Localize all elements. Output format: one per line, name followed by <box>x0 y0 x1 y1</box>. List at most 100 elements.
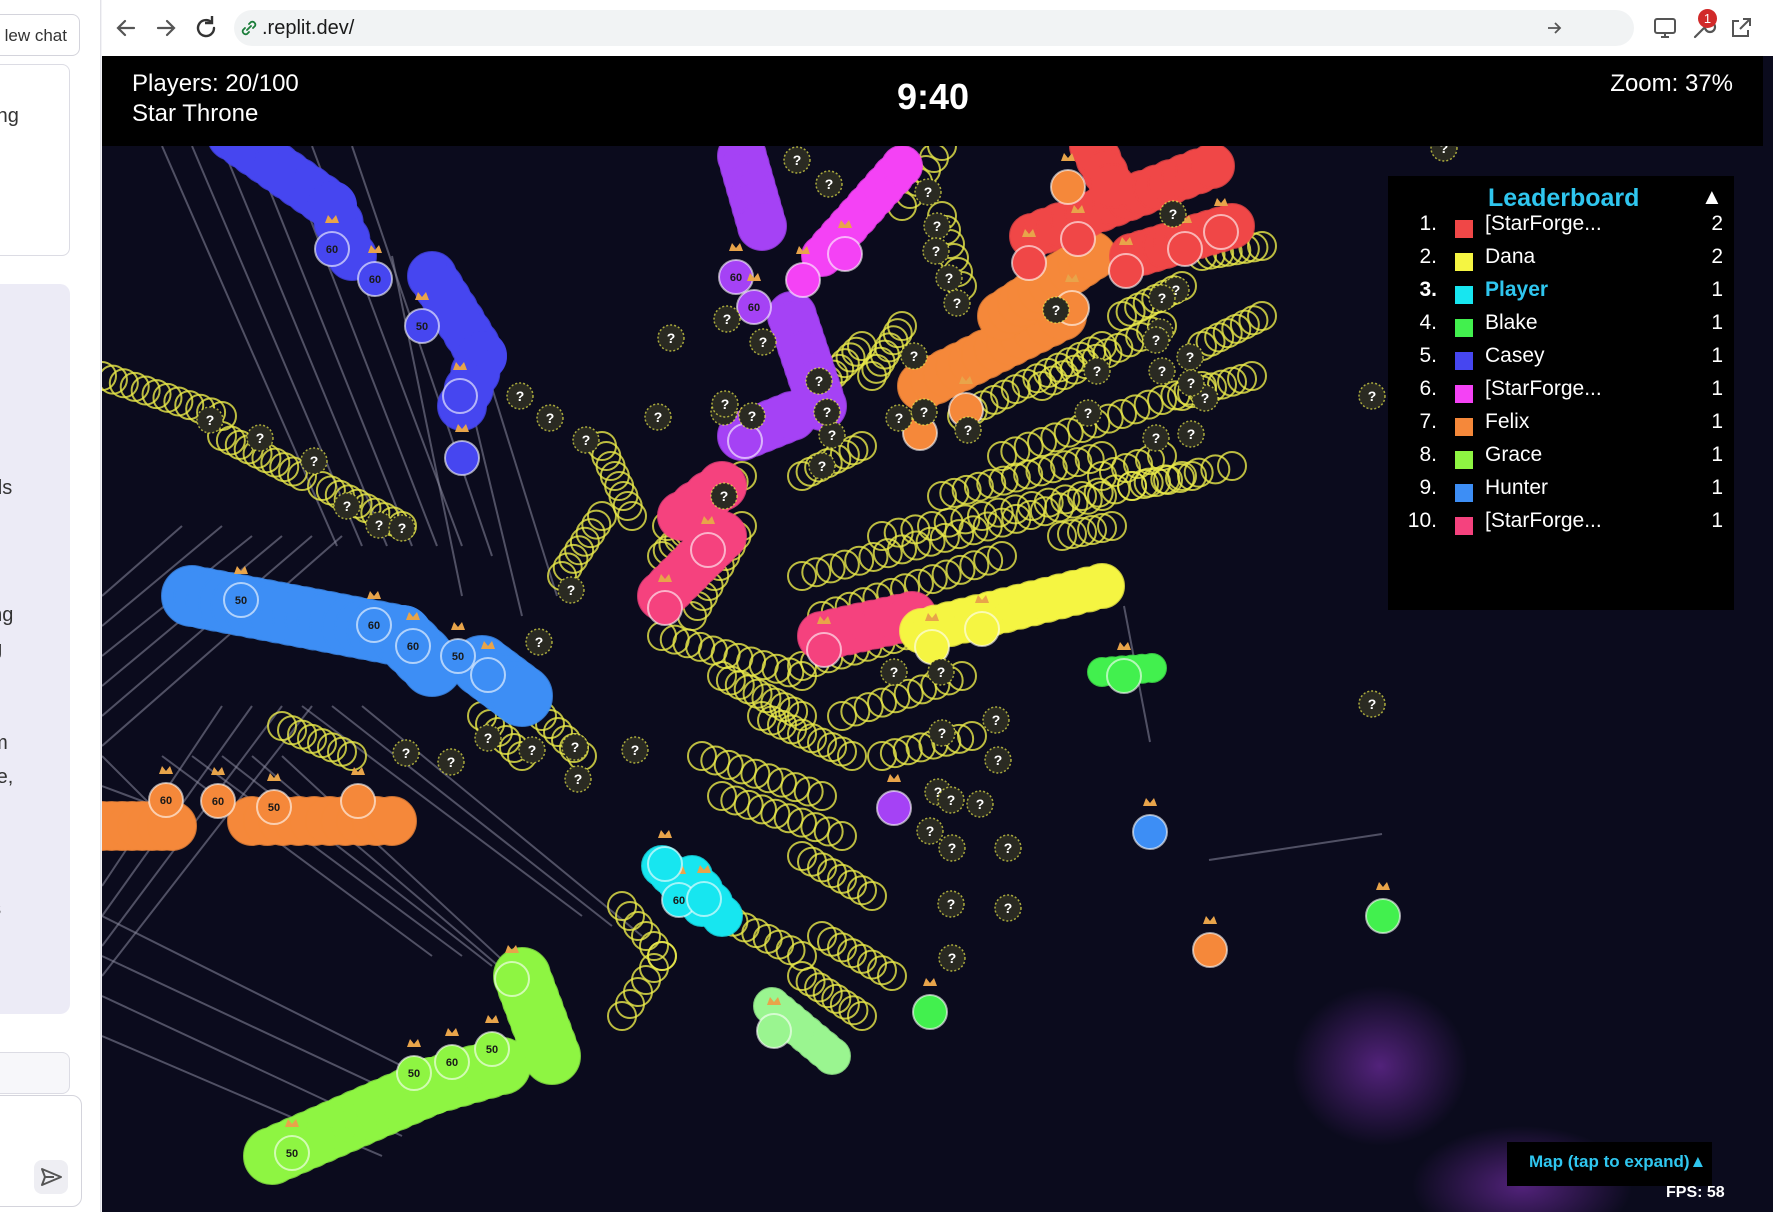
owned-planet[interactable] <box>1203 214 1239 250</box>
neutral-trail-ring <box>1237 361 1267 391</box>
owned-planet[interactable] <box>494 961 530 997</box>
unknown-planet-label: ? <box>343 498 352 514</box>
unknown-planet-label: ? <box>1084 405 1093 421</box>
neutral-trail-ring <box>857 881 887 911</box>
chat-history-card[interactable]: ding <box>0 64 70 256</box>
unknown-planet-label: ? <box>721 396 730 412</box>
leaderboard-player-name: [StarForge... <box>1485 377 1602 400</box>
owned-planet[interactable] <box>1050 169 1086 205</box>
neutral-trail-ring <box>1114 327 1145 358</box>
neutral-trail-ring <box>847 943 877 974</box>
army-count: 50 <box>452 651 464 663</box>
device-preview-icon[interactable] <box>1650 13 1680 43</box>
owned-planet[interactable] <box>727 423 763 459</box>
address-bar[interactable]: .replit.dev/ <box>234 10 1634 46</box>
owned-planet[interactable] <box>964 611 1000 647</box>
chat-text-fragment: em <box>0 732 8 755</box>
player-color-swatch <box>1455 517 1473 535</box>
neutral-trail-ring <box>1057 519 1087 549</box>
leaderboard-player-name: Casey <box>1485 344 1545 367</box>
owned-planet[interactable] <box>1060 221 1096 257</box>
owned-planet[interactable] <box>1108 253 1144 289</box>
go-arrow-icon[interactable] <box>1544 18 1564 38</box>
owned-planet[interactable] <box>686 881 722 917</box>
player-trail-ring <box>1137 653 1167 683</box>
leaderboard-rank: 6. <box>1419 377 1437 400</box>
unknown-planet-label: ? <box>793 152 802 168</box>
neutral-trail-ring <box>847 431 877 461</box>
player-color-swatch <box>1455 484 1473 502</box>
unknown-planet-label: ? <box>890 664 899 680</box>
chat-card[interactable] <box>0 1052 70 1094</box>
owned-planet[interactable] <box>1132 814 1168 850</box>
forward-icon[interactable] <box>150 12 182 44</box>
unknown-planet-label: ? <box>994 752 1003 768</box>
crown-icon <box>1117 642 1131 650</box>
owned-planet[interactable] <box>914 629 950 665</box>
owned-planet[interactable] <box>470 657 506 693</box>
owned-planet[interactable] <box>1167 231 1203 267</box>
owned-planet[interactable] <box>806 632 842 668</box>
nebula-cloud <box>1292 986 1468 1146</box>
reload-icon[interactable] <box>190 12 222 44</box>
owned-planet[interactable] <box>442 378 478 414</box>
neutral-trail-ring <box>847 875 877 906</box>
owned-planet[interactable] <box>912 994 948 1030</box>
unknown-planet-label: ? <box>945 270 954 286</box>
army-count: 60 <box>748 302 760 314</box>
owned-planet[interactable] <box>444 440 480 476</box>
neutral-trail-ring <box>827 932 857 963</box>
crown-icon <box>1214 198 1228 206</box>
game-title: Star Throne <box>132 100 259 127</box>
unknown-planet-label: ? <box>992 712 1001 728</box>
neutral-trail-ring <box>1247 301 1277 331</box>
new-chat-button[interactable]: lew chat <box>0 14 80 56</box>
owned-planet[interactable] <box>1106 658 1142 694</box>
back-icon[interactable] <box>110 12 142 44</box>
owned-planet[interactable] <box>1192 932 1228 968</box>
minimap-toggle[interactable]: Map (tap to expand)▲ <box>1507 1142 1712 1186</box>
leaderboard-row: 3. Player 1 <box>1403 278 1723 312</box>
unknown-planet-label: ? <box>937 664 946 680</box>
owned-planet[interactable] <box>647 846 683 882</box>
owned-planet[interactable] <box>756 1013 792 1049</box>
unknown-planet-label: ? <box>947 896 956 912</box>
leaderboard-row: 6. [StarForge... 1 <box>1403 377 1723 411</box>
owned-planet[interactable] <box>1365 898 1401 934</box>
unknown-planet-label: ? <box>535 634 544 650</box>
player-color-swatch <box>1455 451 1473 469</box>
neutral-trail-ring <box>877 961 907 991</box>
crown-icon <box>1376 882 1390 890</box>
leaderboard-score: 1 <box>1711 377 1723 400</box>
leaderboard-row: 9. Hunter 1 <box>1403 476 1723 510</box>
owned-planet[interactable] <box>690 532 726 568</box>
neutral-trail-ring <box>807 852 837 883</box>
open-new-tab-icon[interactable] <box>1726 13 1756 43</box>
crown-icon <box>1203 916 1217 924</box>
unknown-planet-label: ? <box>1158 363 1167 379</box>
minimap-label: Map (tap to expand)▲ <box>1529 1152 1707 1171</box>
owned-planet[interactable] <box>647 590 683 626</box>
unknown-planet-label: ? <box>1169 206 1178 222</box>
owned-planet[interactable] <box>785 262 821 298</box>
unknown-planet-label: ? <box>1004 840 1013 856</box>
army-count: 50 <box>416 321 428 333</box>
neutral-trail-ring <box>1087 513 1117 543</box>
game-canvas[interactable]: 60 60 50 50 60 60 50 60 60 50 50 50 60 50 60 60 60??????… <box>102 56 1773 1212</box>
owned-planet[interactable] <box>827 236 863 272</box>
owned-planet[interactable] <box>1011 245 1047 281</box>
unknown-planet-label: ? <box>256 430 265 446</box>
owned-planet[interactable] <box>340 783 376 819</box>
owned-planet[interactable] <box>876 790 912 826</box>
unknown-planet-label: ? <box>1187 375 1196 391</box>
unknown-planet-label: ? <box>1152 430 1161 446</box>
crown-icon <box>159 766 173 774</box>
neutral-trail-ring <box>979 384 1010 415</box>
unknown-planet-label: ? <box>546 410 555 426</box>
send-button[interactable] <box>34 1160 68 1194</box>
leaderboard-collapse-button[interactable]: ▲ <box>1701 184 1723 210</box>
chat-text-fragment: es <box>0 898 1 921</box>
leaderboard-player-name: Dana <box>1485 245 1536 268</box>
army-count: 50 <box>408 1068 420 1080</box>
unknown-planet-label: ? <box>1158 290 1167 306</box>
